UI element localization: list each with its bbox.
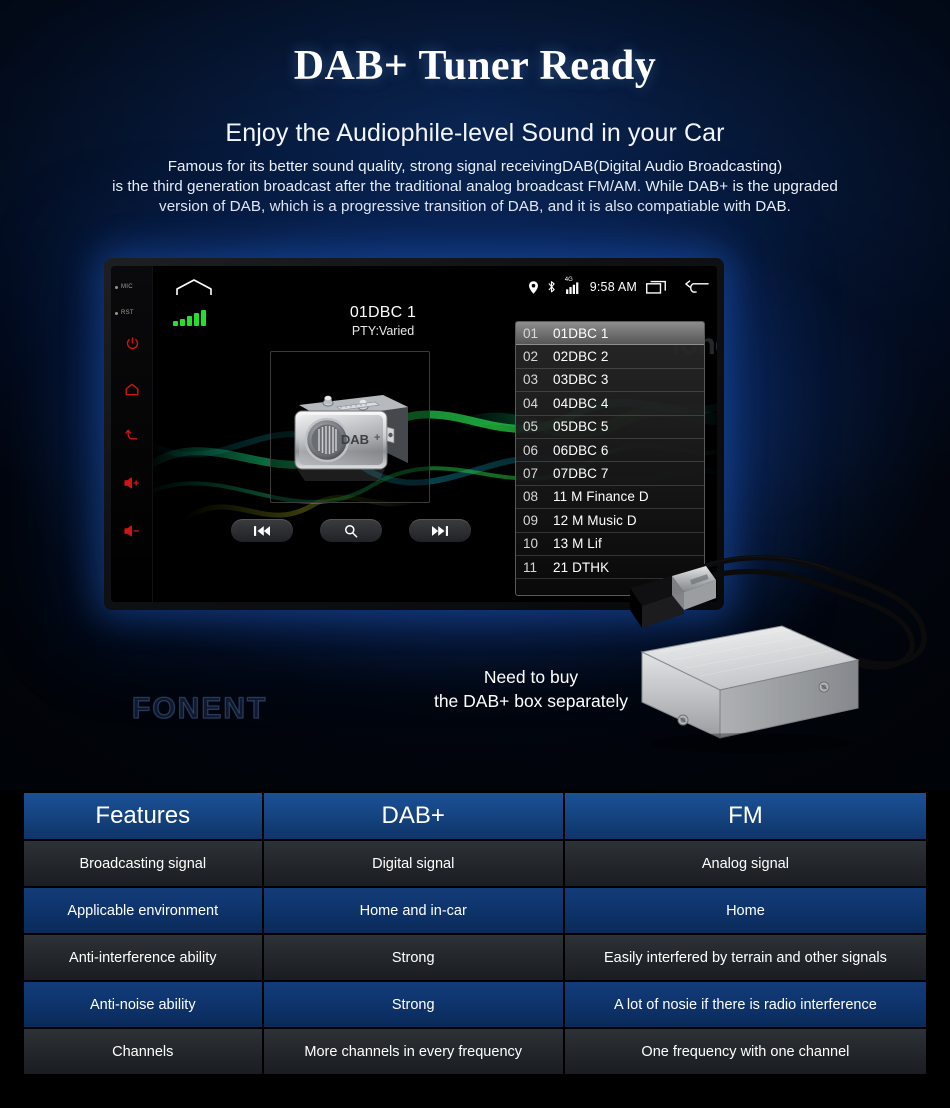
table-header-dab: DAB+ — [263, 793, 563, 839]
accessory-note-line-1: Need to buy — [483, 667, 579, 687]
now-playing-station: 01DBC 1 — [349, 304, 417, 321]
svg-text:DAB: DAB — [341, 432, 369, 447]
station-list-item[interactable]: 02 02DBC 2 — [516, 345, 704, 369]
table-row: Anti-noise ability Strong A lot of nosie… — [24, 982, 926, 1027]
table-row: Broadcasting signal Digital signal Analo… — [24, 841, 926, 886]
mic-label: MIC — [115, 284, 153, 290]
dab-box-illustration — [630, 555, 927, 753]
table-cell-feature: Anti-noise ability — [24, 982, 262, 1027]
aluminum-enclosure — [640, 625, 860, 753]
station-list-item[interactable]: 08 11 M Finance D — [516, 486, 704, 510]
location-pin-icon — [528, 280, 538, 294]
brand-watermark: FONENT — [131, 691, 268, 725]
table-header-features: Features — [24, 793, 262, 839]
previous-button[interactable] — [231, 519, 293, 542]
next-button[interactable] — [409, 519, 471, 542]
table-cell-feature: Anti-interference ability — [24, 935, 262, 980]
table-row: Applicable environment Home and in-car H… — [24, 888, 926, 933]
table-cell-dab: Home and in-car — [263, 888, 563, 933]
home-icon[interactable] — [119, 378, 145, 400]
dab-signal-strength-icon — [173, 310, 206, 326]
power-icon[interactable] — [119, 332, 145, 354]
mic-dot-icon — [115, 285, 118, 289]
screw — [677, 714, 689, 726]
accessory-note: Need to buy the DAB+ box separately — [400, 665, 662, 713]
page-title: DAB+ Tuner Ready — [293, 43, 657, 89]
transport-controls — [231, 519, 471, 542]
back-icon[interactable] — [119, 424, 145, 446]
volume-up-icon[interactable] — [119, 472, 145, 494]
intro-line-2: is the third generation broadcast after … — [112, 178, 838, 195]
back-arrow-icon[interactable] — [685, 280, 709, 294]
promo-page: DAB+ Tuner Ready Enjoy the Audiophile-le… — [0, 0, 950, 1108]
table-header-row: Features DAB+ FM — [24, 793, 926, 839]
station-list-item[interactable]: 05 05DBC 5 — [516, 416, 704, 439]
table-cell-fm: Easily interfered by terrain and other s… — [564, 935, 926, 980]
screen-home-icon[interactable] — [175, 278, 215, 298]
table-cell-dab: Digital signal — [263, 841, 563, 886]
station-list-item[interactable]: 07 07DBC 7 — [516, 462, 704, 486]
page-subtitle: Enjoy the Audiophile-level Sound in your… — [225, 119, 725, 147]
station-list-item[interactable]: 01 01DBC 1 — [516, 322, 704, 346]
table-cell-dab: More channels in every frequency — [263, 1029, 563, 1074]
hardkey-rail: MIC RST — [111, 266, 153, 602]
status-time: 9:58 AM — [589, 280, 637, 294]
intro-line-1: Famous for its better sound quality, str… — [167, 158, 783, 175]
network-type-label: 4G — [564, 276, 573, 283]
table-cell-fm: Analog signal — [564, 841, 926, 886]
table-cell-fm: A lot of nosie if there is radio interfe… — [564, 982, 926, 1027]
table-row: Channels More channels in every frequenc… — [24, 1029, 926, 1074]
table-cell-dab: Strong — [263, 982, 563, 1027]
usb-connector — [630, 566, 716, 628]
album-art: DAB + — [270, 351, 430, 503]
screw — [818, 681, 830, 693]
rst-label: RST — [115, 310, 153, 316]
station-list-item[interactable]: 06 06DBC 6 — [516, 439, 704, 463]
table-row: Anti-interference ability Strong Easily … — [24, 935, 926, 980]
table-cell-fm: One frequency with one channel — [564, 1029, 926, 1074]
station-list-item[interactable]: 09 12 M Music D — [516, 509, 704, 533]
svg-text:+: + — [374, 432, 380, 444]
cellular-4g-icon: 4G — [565, 277, 581, 294]
dab-radio-illustration: DAB + — [294, 395, 408, 481]
intro-line-3: version of DAB, which is a progressive t… — [159, 198, 791, 215]
comparison-table: Features DAB+ FM Broadcasting signal Dig… — [22, 791, 928, 1076]
now-playing-pty: PTY:Varied — [351, 324, 415, 338]
bluetooth-icon — [547, 280, 556, 294]
table-cell-feature: Channels — [24, 1029, 262, 1074]
table-cell-feature: Broadcasting signal — [24, 841, 262, 886]
volume-down-icon[interactable] — [119, 520, 145, 542]
station-list-item[interactable]: 04 04DBC 4 — [516, 392, 704, 416]
dab-plus-box — [620, 540, 950, 755]
intro-paragraph: Famous for its better sound quality, str… — [60, 157, 890, 217]
recent-apps-icon[interactable] — [646, 280, 668, 294]
accessory-note-line-2: the DAB+ box separately — [433, 691, 629, 711]
station-list-item[interactable]: 03 03DBC 3 — [516, 369, 704, 393]
status-bar: 4G 9:58 AM — [528, 276, 709, 298]
table-cell-feature: Applicable environment — [24, 888, 262, 933]
table-cell-fm: Home — [564, 888, 926, 933]
search-button[interactable] — [320, 519, 382, 542]
rst-dot-icon — [115, 311, 118, 315]
table-header-fm: FM — [564, 793, 926, 839]
table-cell-dab: Strong — [263, 935, 563, 980]
